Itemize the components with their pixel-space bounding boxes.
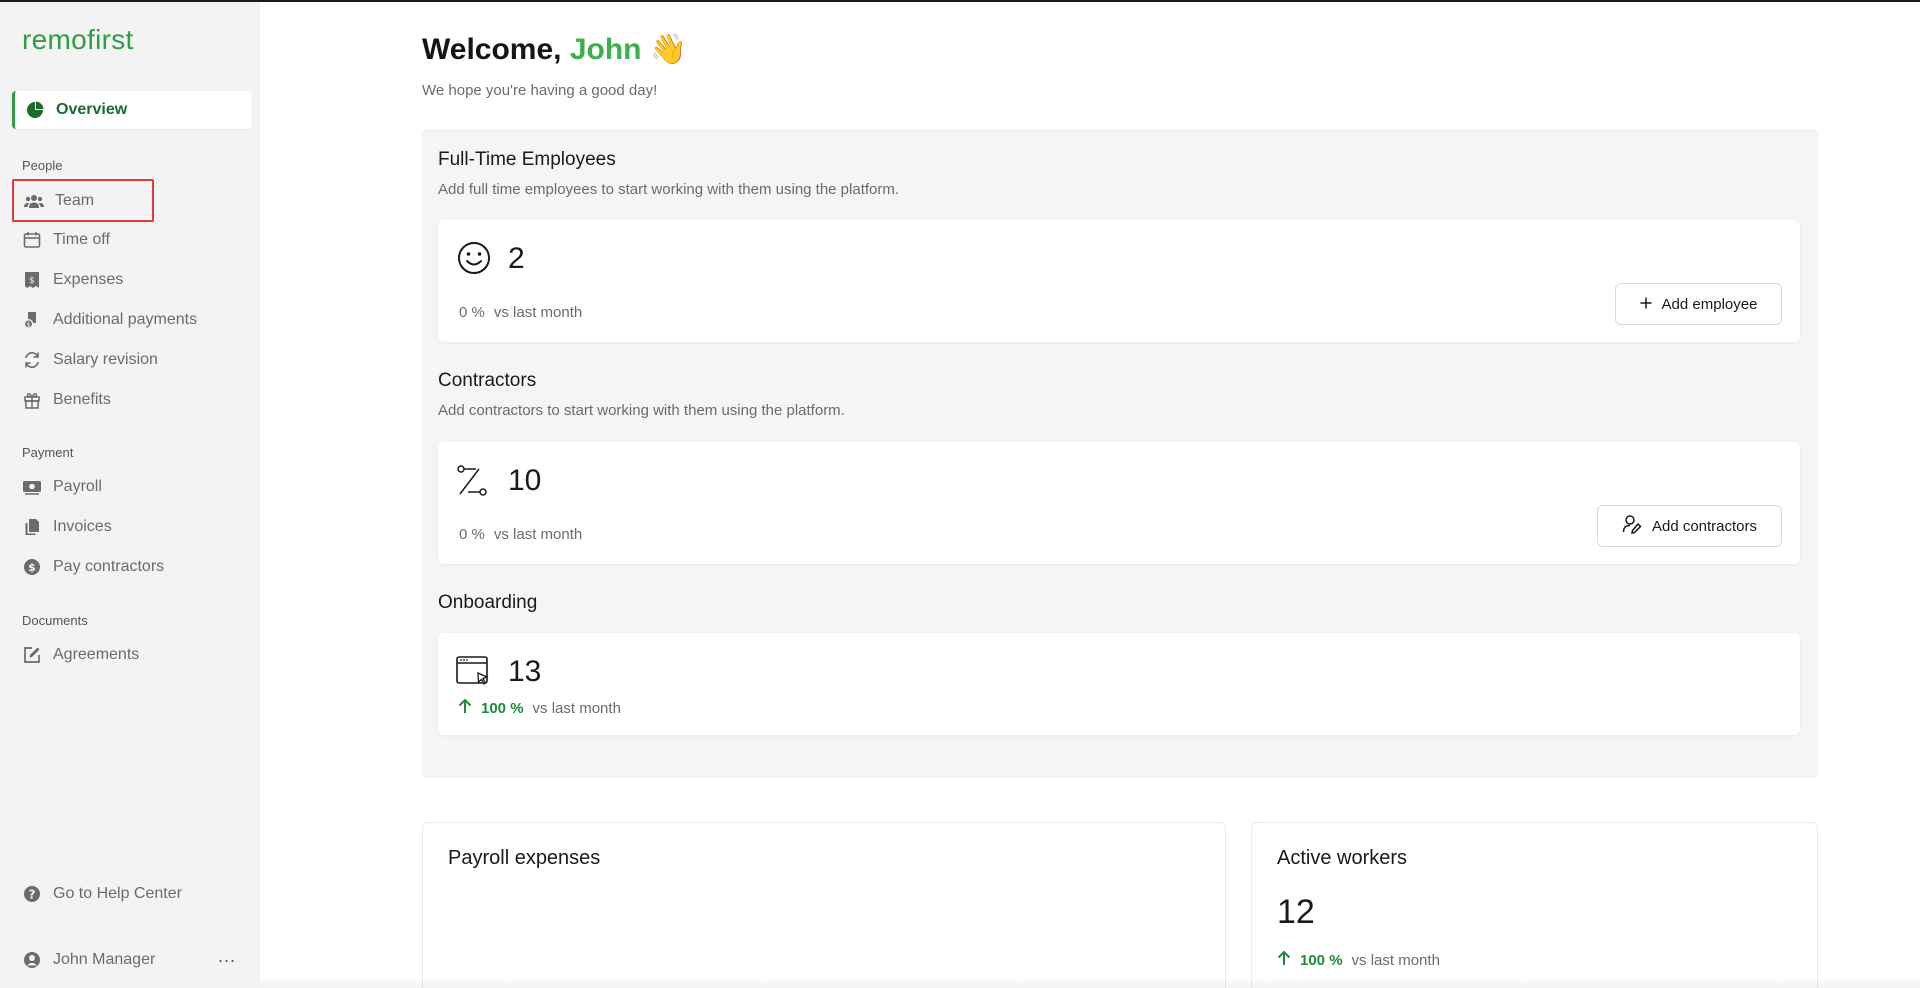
documents-icon — [22, 517, 42, 537]
sidebar-help-center[interactable]: ? Go to Help Center — [12, 875, 252, 913]
gift-icon — [22, 390, 42, 410]
svg-text:$: $ — [28, 561, 36, 574]
user-name: John Manager — [53, 951, 156, 968]
contractors-card: 10 0 % vs last month Add contractors — [438, 442, 1800, 564]
bottom-fade — [260, 978, 1920, 988]
browser-cursor-icon — [456, 655, 490, 694]
refresh-icon — [22, 350, 42, 370]
svg-text:$: $ — [29, 276, 35, 286]
active-workers-count: 12 — [1277, 893, 1315, 931]
sidebar-item-label: Overview — [56, 101, 128, 118]
page-subtitle: We hope you're having a good day! — [422, 82, 658, 99]
section-label-documents: Documents — [22, 613, 88, 628]
sidebar-item-label: Invoices — [53, 518, 112, 535]
sidebar-item-label: Additional payments — [53, 311, 198, 328]
page-title: Welcome, John 👋 — [422, 32, 687, 67]
trend-percent: 100 % — [481, 699, 524, 717]
fulltime-desc: Add full time employees to start working… — [438, 181, 900, 198]
section-label-people: People — [22, 158, 63, 173]
fulltime-count: 2 — [508, 242, 525, 275]
sidebar-item-label: Team — [55, 191, 95, 209]
trend-percent: 0 % — [459, 526, 485, 543]
sidebar-item-invoices[interactable]: Invoices — [12, 508, 252, 546]
user-menu-button[interactable]: ... — [218, 946, 236, 967]
remofirst-logo[interactable]: remofirst — [22, 24, 134, 56]
section-label-payment: Payment — [22, 445, 74, 460]
sidebar-item-label: Go to Help Center — [53, 885, 182, 902]
user-circle-icon — [22, 950, 42, 970]
active-workers-title: Active workers — [1277, 847, 1408, 869]
trend-label: vs last month — [532, 699, 621, 717]
sidebar-item-agreements[interactable]: Agreements — [12, 636, 252, 674]
main-content: Welcome, John 👋 We hope you're having a … — [260, 2, 1920, 988]
onboarding-count: 13 — [508, 655, 542, 688]
welcome-name: John — [569, 33, 642, 66]
button-label: Add employee — [1661, 295, 1758, 313]
user-edit-icon — [1622, 514, 1642, 538]
sidebar: remofirst Overview People Team Time off … — [0, 2, 260, 988]
contractors-desc: Add contractors to start working with th… — [438, 402, 845, 419]
sidebar-item-additional-payments[interactable]: $ Additional payments — [12, 301, 252, 339]
sidebar-item-salary-revision[interactable]: Salary revision — [12, 341, 252, 379]
receipt-icon: $ — [22, 270, 42, 290]
calendar-icon — [22, 230, 42, 250]
svg-text:$: $ — [26, 321, 30, 329]
sidebar-item-label: Salary revision — [53, 351, 158, 368]
question-icon: ? — [22, 884, 42, 904]
sidebar-item-time-off[interactable]: Time off — [12, 221, 252, 259]
smiley-icon — [456, 240, 492, 281]
users-icon — [24, 191, 44, 211]
contractors-count: 10 — [508, 464, 542, 497]
sidebar-item-overview[interactable]: Overview — [12, 91, 252, 129]
percent-icon — [456, 464, 490, 503]
wave-emoji: 👋 — [649, 33, 688, 66]
fulltime-card: 2 0 % vs last month Add employee — [438, 220, 1800, 342]
edit-icon — [22, 645, 42, 665]
fulltime-trend: 0 % vs last month — [459, 304, 582, 321]
trend-label: vs last month — [1351, 951, 1440, 969]
active-workers-trend: 100 % vs last month — [1277, 950, 1440, 970]
sidebar-user[interactable]: John Manager — [12, 941, 212, 979]
sidebar-item-payroll[interactable]: Payroll — [12, 468, 252, 506]
sidebar-item-label: Payroll — [53, 478, 102, 495]
payroll-expenses-title: Payroll expenses — [448, 847, 601, 869]
trend-percent: 100 % — [1300, 951, 1343, 969]
trend-label: vs last month — [493, 304, 583, 321]
sidebar-item-expenses[interactable]: $ Expenses — [12, 261, 252, 299]
trend-label: vs last month — [493, 526, 583, 543]
contractors-title: Contractors — [438, 370, 537, 391]
sidebar-item-benefits[interactable]: Benefits — [12, 381, 252, 419]
onboarding-card: 13 100 % vs last month — [438, 633, 1800, 735]
welcome-prefix: Welcome, — [422, 33, 562, 66]
sidebar-item-label: Expenses — [53, 271, 124, 288]
summary-panel: Full-Time Employees Add full time employ… — [422, 129, 1818, 778]
fulltime-title: Full-Time Employees — [438, 149, 616, 170]
money-icon — [22, 477, 42, 497]
sidebar-item-label: Pay contractors — [53, 558, 165, 575]
sidebar-item-pay-contractors[interactable]: $ Pay contractors — [12, 548, 252, 586]
add-contractors-button[interactable]: Add contractors — [1597, 505, 1782, 547]
onboarding-trend: 100 % vs last month — [458, 698, 621, 718]
button-label: Add contractors — [1651, 517, 1758, 535]
sidebar-item-team[interactable]: Team — [12, 179, 154, 222]
sidebar-item-label: Agreements — [53, 646, 140, 663]
trend-percent: 0 % — [459, 304, 485, 321]
coins-icon: $ — [22, 310, 42, 330]
arrow-up-icon — [458, 698, 472, 718]
pie-chart-icon — [25, 100, 45, 120]
active-workers-card: Active workers 12 100 % vs last month — [1251, 822, 1818, 988]
dollar-icon: $ — [22, 557, 42, 577]
onboarding-title: Onboarding — [438, 592, 538, 613]
plus-icon — [1640, 296, 1652, 313]
arrow-up-icon — [1277, 950, 1291, 970]
svg-text:?: ? — [29, 888, 36, 902]
add-employee-button[interactable]: Add employee — [1615, 283, 1782, 325]
sidebar-item-label: Benefits — [53, 391, 111, 408]
payroll-expenses-card: Payroll expenses — [422, 822, 1226, 988]
contractors-trend: 0 % vs last month — [459, 526, 582, 543]
sidebar-item-label: Time off — [53, 231, 110, 248]
